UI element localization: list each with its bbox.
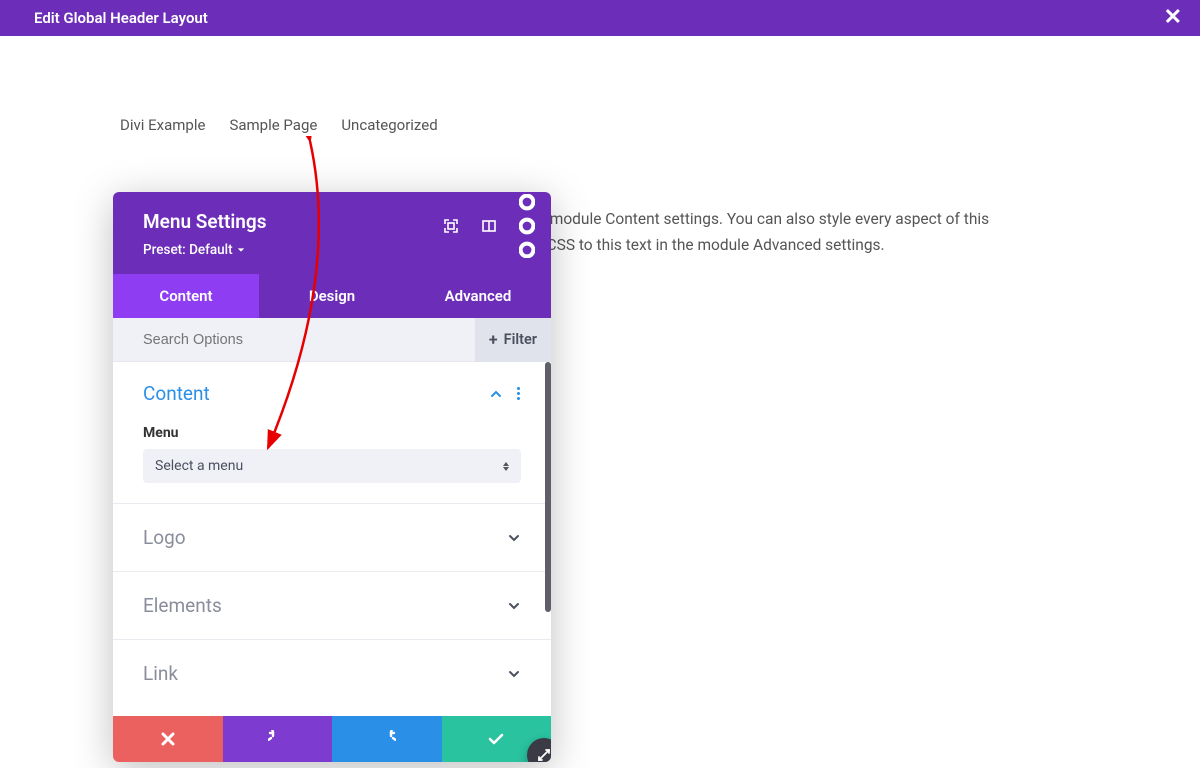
section-elements-title: Elements [143,594,222,617]
nav-item-uncategorized[interactable]: Uncategorized [341,116,437,134]
redo-icon [378,730,396,748]
select-caret-icon [503,462,509,471]
section-logo-title: Logo [143,526,186,549]
header-nav: Divi Example Sample Page Uncategorized [120,116,438,134]
panel-footer [113,716,551,762]
panel-header: Menu Settings Preset: Default [113,192,551,274]
chevron-up-icon [489,387,503,401]
nav-item-sample-page[interactable]: Sample Page [229,116,317,134]
cancel-button[interactable] [113,716,223,762]
chevron-down-icon [507,599,521,613]
tab-design[interactable]: Design [259,274,405,318]
section-content: Content Menu Select a menu [113,362,551,504]
preset-label: Preset: Default [143,242,233,258]
undo-icon [268,730,286,748]
menu-select[interactable]: Select a menu [143,449,521,483]
menu-settings-panel: Menu Settings Preset: Default Content De… [113,192,551,762]
close-icon [159,730,177,748]
sections-scroll[interactable]: Content Menu Select a menu [113,362,551,716]
resize-icon [536,747,551,762]
section-link-title: Link [143,662,178,685]
section-link: Link [113,640,551,707]
section-elements: Elements [113,572,551,640]
kebab-icon[interactable] [517,387,521,400]
panel-header-icons [443,218,535,234]
section-content-header[interactable]: Content [143,382,521,405]
tab-advanced[interactable]: Advanced [405,274,551,318]
section-logo-header[interactable]: Logo [143,526,521,549]
section-link-header[interactable]: Link [143,662,521,685]
page-canvas: Divi Example Sample Page Uncategorized Y… [0,36,1200,768]
redo-button[interactable] [332,716,442,762]
panel-tabs: Content Design Advanced [113,274,551,318]
filter-label: Filter [504,331,537,348]
preset-dropdown[interactable]: Preset: Default [143,242,245,258]
check-icon [487,730,505,748]
plus-icon: + [489,330,498,349]
section-elements-header[interactable]: Elements [143,594,521,617]
top-bar: Edit Global Header Layout ✕ [0,0,1200,36]
columns-icon[interactable] [481,218,497,234]
chevron-down-icon [237,247,245,253]
tab-content[interactable]: Content [113,274,259,318]
section-logo: Logo [113,504,551,572]
nav-item-divi-example[interactable]: Divi Example [120,116,205,134]
page-title: Edit Global Header Layout [34,9,208,27]
kebab-icon[interactable] [519,218,535,234]
menu-field-label: Menu [143,425,521,441]
chevron-down-icon [507,667,521,681]
search-input[interactable] [143,332,475,348]
chevron-down-icon [507,531,521,545]
search-row: + Filter [113,318,551,362]
menu-select-value: Select a menu [155,458,243,474]
undo-button[interactable] [223,716,333,762]
menu-field: Menu Select a menu [143,425,521,483]
section-content-title: Content [143,382,210,405]
expand-icon[interactable] [443,218,459,234]
close-icon[interactable]: ✕ [1164,7,1182,29]
filter-button[interactable]: + Filter [475,318,551,362]
